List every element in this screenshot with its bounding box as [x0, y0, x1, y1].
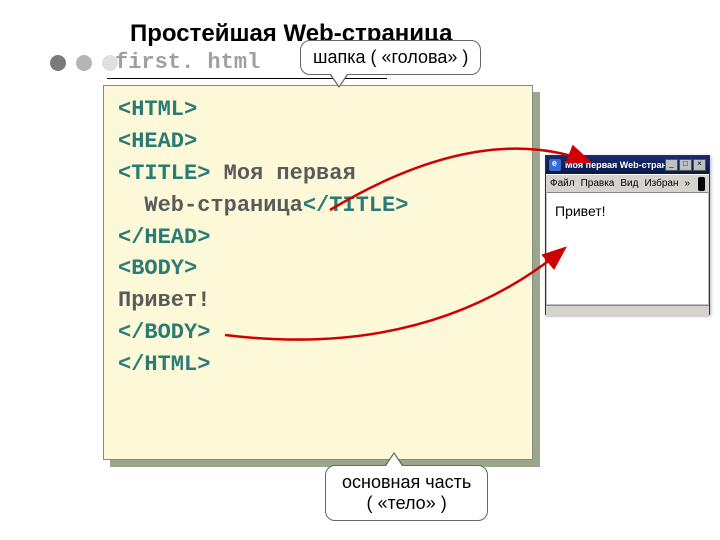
browser-title: Моя первая Web-страница ...: [565, 160, 665, 170]
menu-edit[interactable]: Правка: [581, 178, 615, 189]
browser-titlebar: Моя первая Web-страница ... _ □ ×: [546, 156, 709, 174]
ie-icon: [549, 159, 561, 171]
menu-favorites[interactable]: Избран: [644, 178, 678, 189]
code-body-text: Привет!: [118, 288, 210, 313]
code-title-close: </TITLE>: [303, 193, 409, 218]
code-html-close: </HTML>: [118, 352, 210, 377]
code-title-text-2: Web-страница: [118, 193, 303, 218]
code-html-open: <HTML>: [118, 97, 197, 122]
filename-label: first. html: [115, 50, 260, 75]
code-body-close: </BODY>: [118, 320, 210, 345]
browser-logo-icon: [698, 177, 705, 191]
code-box: <HTML> <HEAD> <TITLE> Моя первая Web-стр…: [103, 85, 533, 460]
bullet-mid: [76, 55, 92, 71]
browser-menubar: Файл Правка Вид Избран »: [546, 174, 709, 192]
code-head-close: </HEAD>: [118, 225, 210, 250]
browser-statusbar: [546, 305, 709, 317]
menu-view[interactable]: Вид: [620, 178, 638, 189]
callout-body: основная часть ( «тело» ): [325, 465, 488, 521]
window-buttons: _ □ ×: [665, 159, 706, 171]
callout-body-l2: ( «тело» ): [342, 493, 471, 514]
code-title-open: <TITLE>: [118, 161, 210, 186]
chevron-right-icon[interactable]: »: [685, 178, 691, 189]
menu-file[interactable]: Файл: [550, 178, 575, 189]
maximize-button[interactable]: □: [679, 159, 692, 171]
decorative-bullets: [50, 55, 118, 71]
callout-head: шапка ( «голова» ): [300, 40, 481, 75]
browser-window: Моя первая Web-страница ... _ □ × Файл П…: [545, 155, 710, 315]
minimize-button[interactable]: _: [665, 159, 678, 171]
code-title-text-1: Моя первая: [210, 161, 355, 186]
browser-body: Привет!: [547, 192, 708, 304]
bullet-dark: [50, 55, 66, 71]
code-body-open: <BODY>: [118, 256, 197, 281]
close-button[interactable]: ×: [693, 159, 706, 171]
callout-body-l1: основная часть: [342, 472, 471, 493]
code-head-open: <HEAD>: [118, 129, 197, 154]
